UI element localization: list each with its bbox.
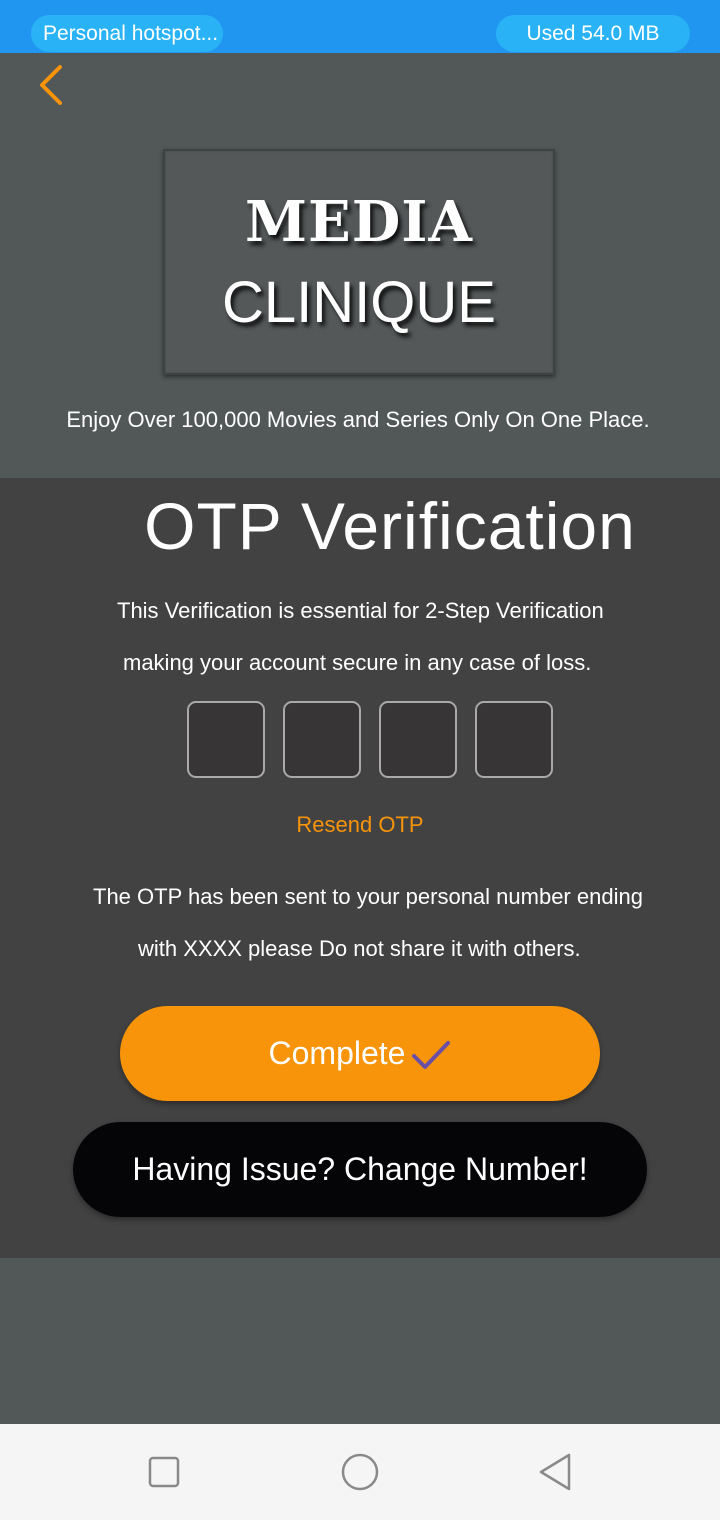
otp-info-line1: The OTP has been sent to your personal n… [93, 884, 643, 909]
data-usage-pill[interactable]: Used 54.0 MB [496, 15, 690, 52]
otp-digit-2[interactable] [283, 701, 361, 778]
logo-clinique-text: CLINIQUE [222, 270, 496, 335]
tagline: Enjoy Over 100,000 Movies and Series Onl… [66, 407, 650, 432]
status-bar: Personal hotspot... Used 54.0 MB [0, 0, 720, 53]
otp-description-line2: making your account secure in any case o… [123, 650, 592, 675]
otp-digit-3[interactable] [379, 701, 457, 778]
circle-icon[interactable] [338, 1450, 382, 1494]
triangle-back-icon[interactable] [534, 1450, 578, 1494]
change-number-button[interactable]: Having Issue? Change Number! [73, 1122, 647, 1217]
otp-title: OTP Verification [144, 489, 636, 563]
media-clinique-logo: MEDIA CLINIQUE [163, 149, 555, 375]
otp-digit-1[interactable] [187, 701, 265, 778]
change-number-label: Having Issue? Change Number! [132, 1151, 588, 1187]
logo-media-text: MEDIA [245, 189, 473, 255]
back-button[interactable] [32, 62, 74, 108]
resend-otp-link[interactable]: Resend OTP [0, 812, 720, 838]
check-icon [412, 1040, 451, 1069]
otp-description-line1: This Verification is essential for 2-Ste… [117, 598, 604, 623]
square-icon[interactable] [142, 1450, 186, 1494]
otp-info-line2: with XXXX please Do not share it with ot… [138, 936, 581, 961]
hotspot-pill[interactable]: Personal hotspot... [31, 15, 223, 52]
complete-button-label: Complete [268, 1035, 406, 1071]
chevron-left-icon [40, 65, 62, 105]
otp-digit-4[interactable] [475, 701, 553, 778]
complete-button[interactable]: Complete [120, 1006, 600, 1101]
